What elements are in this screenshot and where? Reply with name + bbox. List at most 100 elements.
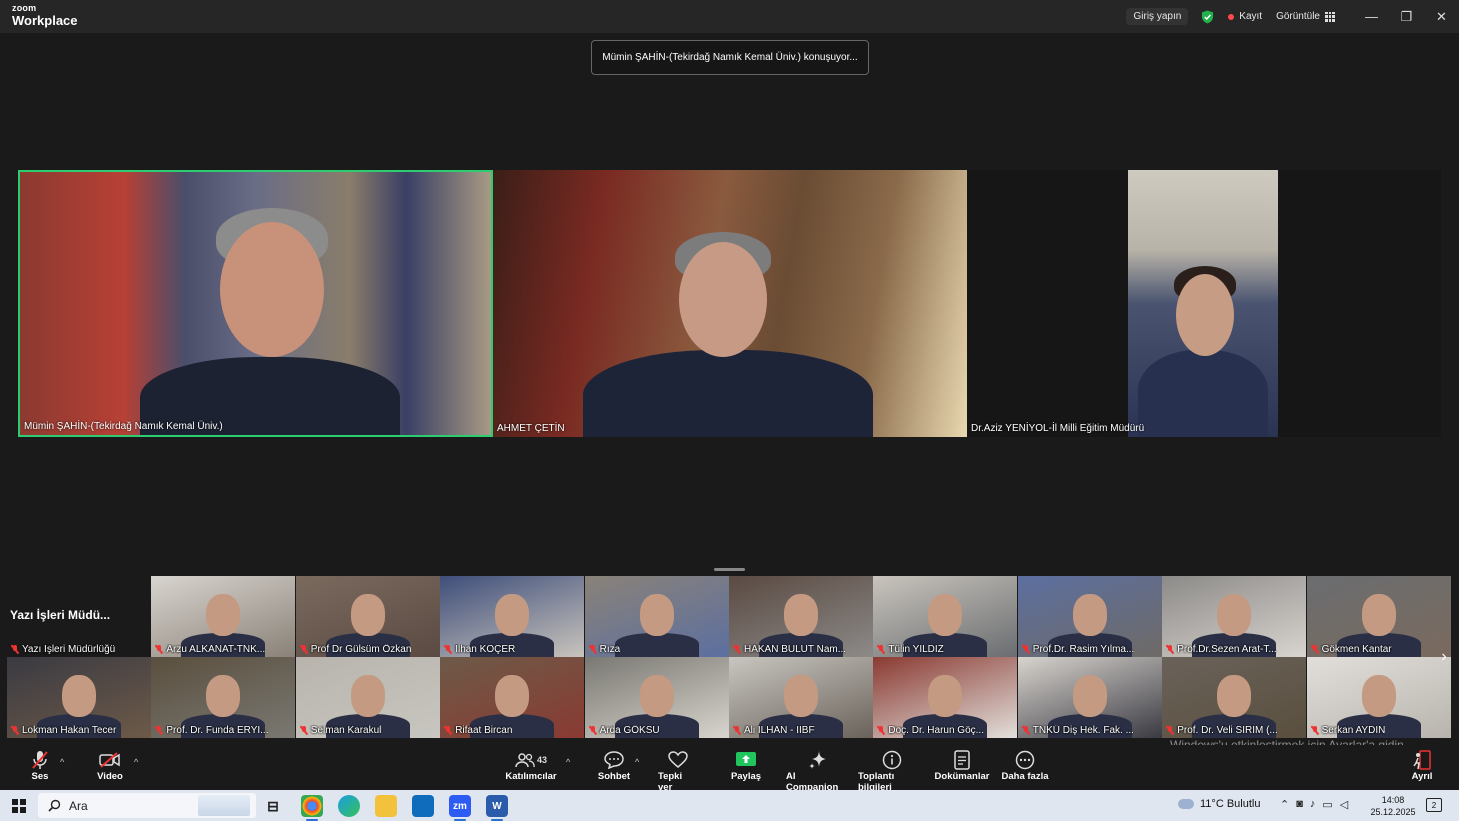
mic-muted-icon [733, 645, 741, 654]
encryption-shield-icon[interactable] [1194, 7, 1221, 27]
video-tile-speaker[interactable]: Mümin ŞAHİN-(Tekirdağ Namık Kemal Üniv.) [18, 170, 493, 437]
participant-name: Tülin YILDIZ [877, 644, 944, 655]
gallery-tile[interactable]: Yazı İşleri Müdürlüğü [7, 576, 151, 657]
mic-muted-icon [155, 645, 163, 654]
audio-button[interactable]: Ses [26, 749, 54, 782]
gallery-tile[interactable]: HAKAN BULUT Nam... [729, 576, 873, 657]
participant-name-text: Doç. Dr. Harun Göç... [888, 725, 984, 736]
gallery-tile[interactable]: Prof. Dr. Veli SIRIM (... [1162, 657, 1307, 738]
participant-name: HAKAN BULUT Nam... [733, 644, 846, 655]
participant-name-text: Arzu ALKANAT-TNK... [166, 644, 266, 655]
gallery-tile[interactable]: Prof Dr Gülsüm Özkan [295, 576, 440, 657]
view-label: Görüntüle [1276, 11, 1320, 22]
restore-button[interactable]: ❐ [1389, 0, 1424, 33]
clock-time: 14:08 [1381, 795, 1405, 805]
notification-center-icon[interactable]: 2 [1426, 798, 1442, 812]
video-button[interactable]: Video [96, 749, 124, 782]
gallery-tile[interactable]: Rifaat Bircan [440, 657, 585, 738]
record-button[interactable]: Kayıt [1221, 8, 1269, 25]
participant-name: Yazı İşleri Müdürlüğü [11, 644, 115, 655]
tray-chevron-icon[interactable]: ⌃ [1280, 798, 1289, 811]
share-button[interactable]: Paylaş [730, 749, 762, 782]
gallery-tile[interactable]: Arda GÖKSU [584, 657, 729, 738]
task-view-icon[interactable]: ⊟ [262, 795, 284, 817]
participant-name-text: Prof.Dr. Rasim Yılma... [1032, 644, 1135, 655]
minimize-button[interactable]: — [1354, 0, 1389, 33]
gallery-tile[interactable]: İlhan KOÇER [440, 576, 585, 657]
sign-in-button[interactable]: Giriş yapın [1126, 8, 1189, 25]
meeting-info-button[interactable]: Toplantı bilgileri [858, 749, 926, 793]
audio-options-caret[interactable]: ^ [60, 757, 64, 767]
documents-button[interactable]: Dokümanlar [934, 749, 990, 782]
chat-icon [604, 749, 624, 771]
gallery-tile[interactable]: Arzu ALKANAT-TNK... [151, 576, 296, 657]
word-icon[interactable]: W [486, 795, 508, 821]
participant-name: Arzu ALKANAT-TNK... [155, 644, 265, 655]
gallery-tile[interactable]: TNKÜ Diş Hek. Fak. ... [1017, 657, 1162, 738]
leave-label: Ayrıl [1411, 771, 1433, 782]
weather-widget[interactable]: 11°C Bulutlu [1178, 798, 1260, 810]
gallery-tile[interactable]: Gökmen Kantar [1306, 576, 1451, 657]
video-tile-participant[interactable]: Dr.Aziz YENİYOL-İl Milli Eğitim Müdürü [967, 170, 1441, 437]
sparkle-icon [808, 749, 828, 771]
microphone-icon[interactable]: ♪ [1310, 798, 1316, 811]
mic-muted-icon [11, 726, 19, 735]
view-button[interactable]: Görüntüle [1269, 8, 1342, 25]
zoom-window: zoom Workplace Giriş yapın Kayıt Görüntü… [0, 0, 1459, 821]
participant-name-text: Rıza [599, 644, 621, 655]
mic-muted-icon [300, 726, 308, 735]
taskbar-search[interactable]: Ara [38, 793, 256, 818]
video-options-caret[interactable]: ^ [134, 757, 138, 767]
gallery-tile[interactable]: Serkan AYDIN [1306, 657, 1451, 738]
chat-button[interactable]: Sohbet [596, 749, 632, 782]
chrome-icon[interactable] [301, 795, 323, 821]
participants-button[interactable]: 43 Katılımcılar [505, 749, 557, 782]
mic-muted-icon [1311, 726, 1319, 735]
volume-icon[interactable]: ◁ [1340, 798, 1348, 811]
edge-icon[interactable] [338, 795, 360, 817]
react-button[interactable]: Tepki ver [658, 749, 698, 793]
more-button[interactable]: Daha fazla [1000, 749, 1050, 782]
notification-count: 2 [1431, 800, 1437, 810]
gallery-tile[interactable]: Ali İLHAN - İİBF [729, 657, 873, 738]
gallery-tile[interactable]: Lokman Hakan Tecer [7, 657, 151, 738]
video-off-icon [99, 749, 121, 771]
meet-now-icon[interactable]: ◙ [1296, 798, 1303, 811]
chat-options-caret[interactable]: ^ [635, 757, 639, 767]
windows-start-icon[interactable] [12, 799, 26, 813]
ai-companion-button[interactable]: AI Companion [786, 749, 850, 793]
participant-name: Prof Dr Gülsüm Özkan [300, 644, 412, 655]
resize-handle[interactable] [714, 568, 745, 571]
more-icon [1015, 749, 1035, 771]
outlook-icon[interactable] [412, 795, 434, 817]
participant-name: Doç. Dr. Harun Göç... [877, 725, 984, 736]
video-tile-participant[interactable]: AHMET ÇETİN [493, 170, 967, 437]
gallery-tile[interactable]: Prof. Dr. Funda ERYI... [151, 657, 296, 738]
participant-name-text: Prof Dr Gülsüm Özkan [310, 644, 412, 655]
participant-name-text: Arda GÖKSU [599, 725, 660, 736]
title-bar-controls: Giriş yapın Kayıt Görüntüle — ❐ ✕ [1126, 0, 1459, 33]
participants-count: 43 [536, 755, 547, 765]
gallery-tile[interactable]: Selman Karakul [295, 657, 440, 738]
gallery-tile[interactable]: Rıza [584, 576, 729, 657]
network-icon[interactable]: ▭ [1322, 798, 1332, 811]
zoom-app-icon[interactable]: zm [449, 795, 471, 821]
mic-muted-icon [444, 645, 452, 654]
participants-icon [515, 753, 535, 768]
participants-options-caret[interactable]: ^ [566, 757, 570, 767]
mic-muted-icon [444, 726, 452, 735]
gallery-tile[interactable]: Doç. Dr. Harun Göç... [873, 657, 1018, 738]
mic-muted-icon [1166, 726, 1174, 735]
gallery-tile[interactable]: Tülin YILDIZ [873, 576, 1018, 657]
leave-button[interactable]: Ayrıl [1406, 749, 1438, 782]
participants-label: Katılımcılar [505, 771, 557, 782]
share-screen-icon [736, 749, 756, 771]
file-explorer-icon[interactable] [375, 795, 397, 817]
gallery-next-arrow-icon[interactable]: › [1436, 647, 1452, 667]
gallery-tile[interactable]: Prof.Dr.Sezen Arat-T... [1162, 576, 1307, 657]
mic-muted-icon [31, 749, 49, 771]
gallery-tile[interactable]: Prof.Dr. Rasim Yılma... [1017, 576, 1162, 657]
taskbar-clock[interactable]: 14:08 25.12.2025 [1368, 794, 1418, 818]
close-button[interactable]: ✕ [1424, 0, 1459, 33]
reindeer-illustration-icon [198, 795, 250, 816]
